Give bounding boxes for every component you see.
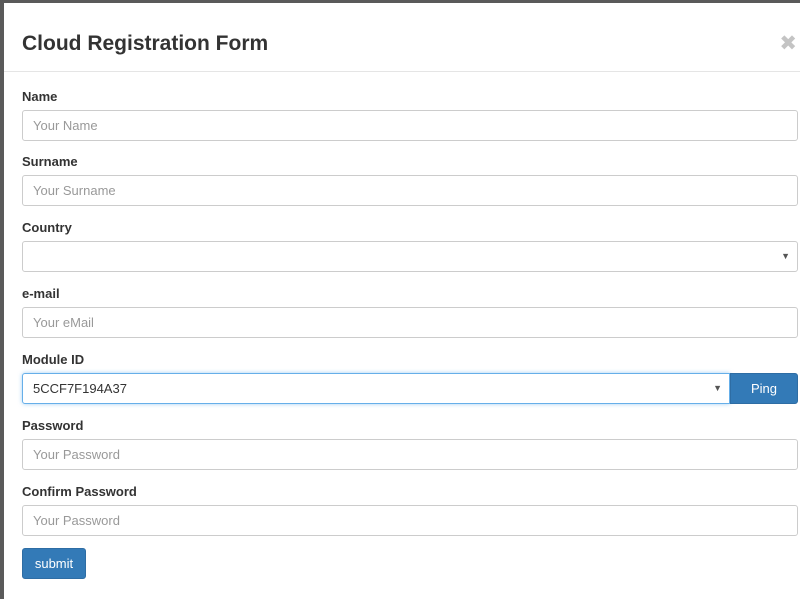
ping-button[interactable]: Ping xyxy=(730,373,798,404)
password-label: Password xyxy=(22,418,84,433)
modal-header: Cloud Registration Form ✖ xyxy=(4,3,800,72)
module-id-label: Module ID xyxy=(22,352,85,367)
submit-button[interactable]: submit xyxy=(22,548,86,579)
registration-modal: Cloud Registration Form ✖ Name Your Name… xyxy=(4,3,800,599)
email-input[interactable]: Your eMail xyxy=(22,307,798,338)
chevron-down-icon: ▼ xyxy=(781,251,790,261)
name-input[interactable]: Your Name xyxy=(22,110,798,141)
confirm-password-input[interactable]: Your Password xyxy=(22,505,798,536)
module-id-value: 5CCF7F194A37 xyxy=(33,381,127,396)
confirm-password-label: Confirm Password xyxy=(22,484,137,499)
chevron-down-icon: ▼ xyxy=(713,383,722,393)
country-label: Country xyxy=(22,220,72,235)
close-icon[interactable]: ✖ xyxy=(779,30,797,58)
module-id-select[interactable]: 5CCF7F194A37 ▼ xyxy=(22,373,730,404)
country-select[interactable]: ▼ xyxy=(22,241,798,272)
surname-input[interactable]: Your Surname xyxy=(22,175,798,206)
email-label: e-mail xyxy=(22,286,60,301)
surname-label: Surname xyxy=(22,154,78,169)
name-label: Name xyxy=(22,89,58,104)
modal-title: Cloud Registration Form xyxy=(22,32,269,55)
password-input[interactable]: Your Password xyxy=(22,439,798,470)
